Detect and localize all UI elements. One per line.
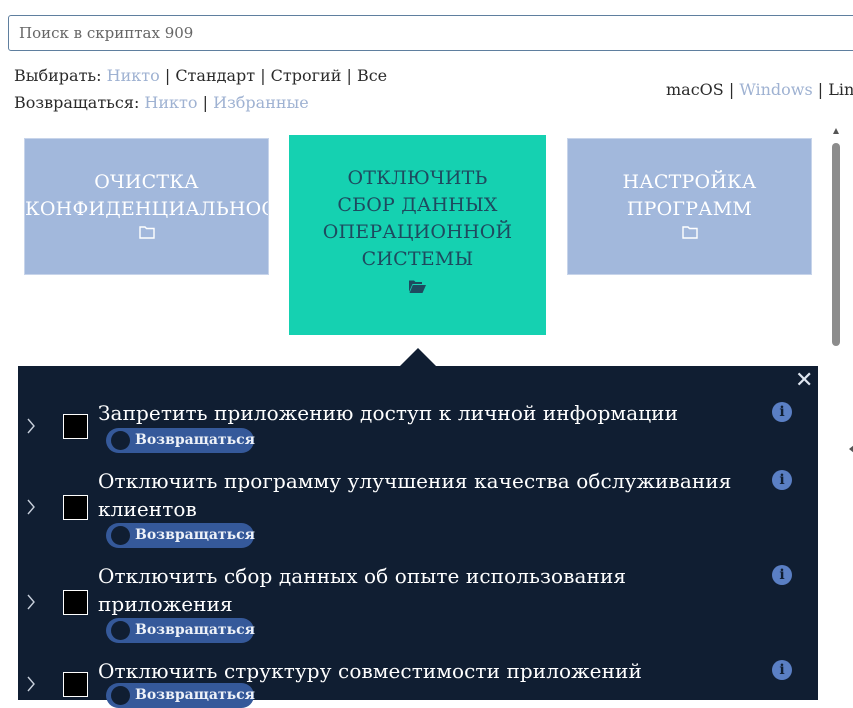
card-disable-os-data-collection[interactable]: ОТКЛЮЧИТЬ СБОР ДАННЫХ ОПЕРАЦИОННОЙ СИСТЕ… xyxy=(289,135,546,335)
revert-label: Возвращаться: xyxy=(14,93,140,112)
toggle-knob xyxy=(111,621,130,640)
os-macos-link[interactable]: macOS xyxy=(666,80,724,99)
select-all-link[interactable]: Все xyxy=(357,66,387,85)
script-checkbox[interactable] xyxy=(63,414,88,439)
toggle-label: Возвращаться xyxy=(135,622,255,638)
separator: | xyxy=(346,66,352,85)
script-title: Отключить структуру совместимости прилож… xyxy=(98,659,642,683)
search-input[interactable] xyxy=(9,16,853,50)
revert-selected-link[interactable]: Избранные xyxy=(213,93,309,112)
select-strict-link[interactable]: Строгий xyxy=(271,66,342,85)
revert-none-link[interactable]: Никто xyxy=(144,93,197,112)
select-standard-link[interactable]: Стандарт xyxy=(175,66,255,85)
scrollbar-thumb[interactable] xyxy=(832,143,840,346)
revert-toggle[interactable]: Возвращаться xyxy=(106,618,255,643)
os-linux-link[interactable]: Linux xyxy=(828,80,853,99)
card-privacy-cleanup[interactable]: ОЧИСТКА КОНФИДЕНЦИАЛЬНОСТИ xyxy=(24,138,269,275)
script-title: Отключить сбор данных об опыте использов… xyxy=(98,564,627,616)
select-none-link[interactable]: Никто xyxy=(107,66,160,85)
info-icon[interactable]: i xyxy=(772,470,792,490)
folder-icon xyxy=(138,226,155,239)
folder-icon xyxy=(681,226,698,239)
info-icon[interactable]: i xyxy=(772,660,792,680)
info-icon[interactable]: i xyxy=(772,402,792,422)
toggle-label: Возвращаться xyxy=(135,687,255,703)
scroll-left-arrow-icon[interactable] xyxy=(849,445,853,453)
revert-toggle[interactable]: Возвращаться xyxy=(106,428,255,453)
chevron-right-icon[interactable] xyxy=(26,594,36,610)
chevron-right-icon[interactable] xyxy=(26,676,36,692)
toggle-knob xyxy=(111,686,130,705)
separator: | xyxy=(728,80,735,99)
chevron-right-icon[interactable] xyxy=(26,499,36,515)
panel-pointer xyxy=(400,348,436,366)
card-title-line: КОНФИДЕНЦИАЛЬНОСТИ xyxy=(25,198,268,220)
separator: | xyxy=(164,66,171,85)
search-box[interactable] xyxy=(8,15,853,51)
separator: | xyxy=(202,93,209,112)
card-program-settings[interactable]: НАСТРОЙКА ПРОГРАММ xyxy=(567,138,812,275)
card-title-line: СИСТЕМЫ xyxy=(361,248,474,270)
chevron-right-icon[interactable] xyxy=(26,418,36,434)
select-label: Выбирать: xyxy=(14,66,102,85)
card-title-line: ОТКЛЮЧИТЬ xyxy=(347,167,488,189)
script-checkbox[interactable] xyxy=(63,672,88,697)
os-selector: macOS | Windows | Linux xyxy=(666,80,853,99)
card-title-line: СБОР ДАННЫХ xyxy=(337,194,498,216)
script-title: Отключить программу улучшения качества о… xyxy=(98,469,732,521)
script-checkbox[interactable] xyxy=(63,590,88,615)
folder-open-icon xyxy=(409,280,426,293)
revert-toggle[interactable]: Возвращаться xyxy=(106,523,255,548)
revert-row: Возвращаться: Никто | Избранные xyxy=(14,93,309,112)
card-title-line: ОЧИСТКА xyxy=(94,171,199,193)
scrollbar[interactable] xyxy=(830,128,842,368)
separator: | xyxy=(260,66,266,85)
card-title-line: НАСТРОЙКА xyxy=(622,171,757,193)
toggle-label: Возвращаться xyxy=(135,527,255,543)
card-title-line: ОПЕРАЦИОННОЙ xyxy=(322,221,513,243)
toggle-knob xyxy=(111,526,130,545)
info-icon[interactable]: i xyxy=(772,565,792,585)
select-row: Выбирать: Никто | Стандарт | Строгий | В… xyxy=(14,66,387,85)
os-windows-link[interactable]: Windows xyxy=(739,80,812,99)
script-title: Запретить приложению доступ к личной инф… xyxy=(98,401,679,425)
close-icon[interactable]: ✕ xyxy=(795,368,813,393)
scroll-up-arrow-icon[interactable] xyxy=(833,128,839,134)
revert-toggle[interactable]: Возвращаться xyxy=(106,683,255,708)
card-title-line: ПРОГРАММ xyxy=(626,198,753,220)
toggle-knob xyxy=(111,431,130,450)
toggle-label: Возвращаться xyxy=(135,432,255,448)
script-checkbox[interactable] xyxy=(63,495,88,520)
separator: | xyxy=(817,80,824,99)
